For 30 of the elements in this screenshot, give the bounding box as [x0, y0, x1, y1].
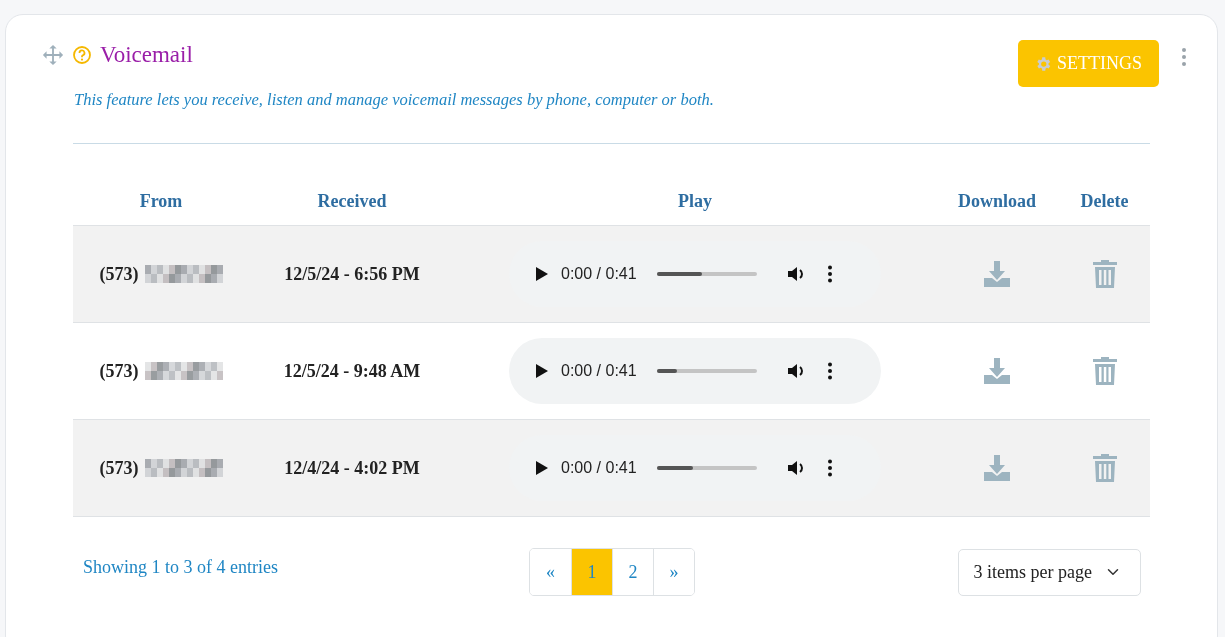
more-icon[interactable]	[826, 459, 833, 477]
column-header: Play	[678, 191, 712, 212]
page-button[interactable]: »	[653, 549, 694, 595]
play-icon[interactable]	[535, 363, 549, 379]
play-icon[interactable]	[535, 460, 549, 476]
received-time: 12/4/24 - 4:02 PM	[284, 457, 420, 479]
playback-time: 0:00 / 0:41	[561, 362, 637, 380]
page-size-select[interactable]: 3 items per page	[957, 548, 1141, 596]
seek-bar[interactable]	[656, 369, 757, 373]
playback-time: 0:00 / 0:41	[561, 459, 637, 477]
column-header: From	[139, 191, 183, 212]
playback-time: 0:00 / 0:41	[561, 265, 637, 283]
column-header: Download	[958, 191, 1036, 212]
column-header: Received	[317, 191, 387, 212]
caller-number: (573)	[99, 263, 139, 285]
entries-summary: Showing 1 to 3 of 4 entries	[83, 556, 279, 578]
play-icon[interactable]	[535, 266, 549, 282]
page-button[interactable]: 1	[571, 549, 612, 595]
audio-player[interactable]: 0:00 / 0:41	[509, 338, 881, 404]
seek-bar[interactable]	[656, 272, 757, 276]
received-time: 12/5/24 - 9:48 AM	[283, 360, 421, 382]
card-title: Voicemail	[100, 42, 193, 68]
caller-number: (573)	[99, 360, 139, 382]
caller-number: (573)	[99, 457, 139, 479]
more-icon[interactable]	[826, 265, 833, 283]
received-time: 12/5/24 - 6:56 PM	[284, 263, 420, 285]
column-header: Delete	[1080, 191, 1129, 212]
seek-bar[interactable]	[656, 466, 757, 470]
card-description: This feature lets you receive, listen and manage voicemail messages by phone, computer or both.	[74, 90, 715, 110]
more-icon[interactable]	[826, 362, 833, 380]
